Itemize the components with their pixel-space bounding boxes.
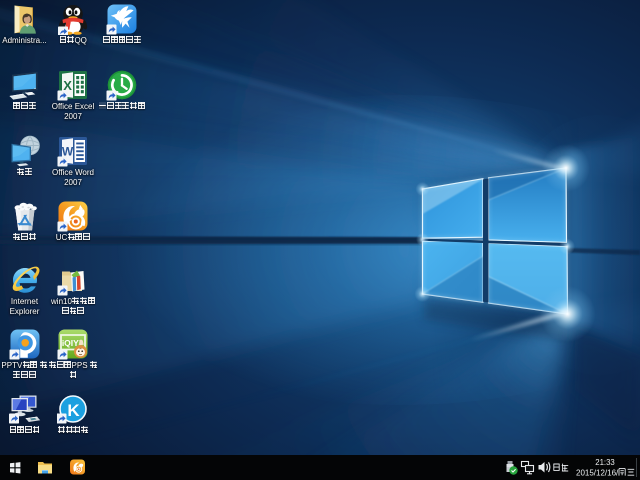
svg-text:K: K (67, 401, 80, 420)
svg-text:2015/12/16/: 2015/12/16/ (576, 469, 619, 478)
svg-text:W: W (62, 145, 74, 159)
svg-text:21:33: 21:33 (595, 458, 615, 467)
